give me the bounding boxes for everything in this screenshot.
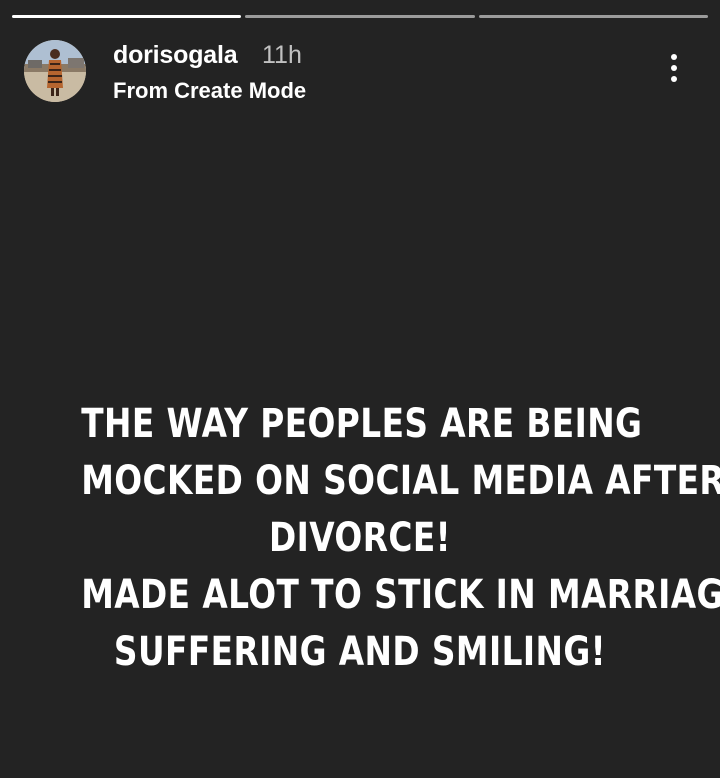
story-text-line: MOCKED ON SOCIAL MEDIA AFTER: [81, 458, 720, 504]
more-options-button[interactable]: [652, 48, 696, 88]
more-vertical-icon: [671, 54, 677, 60]
story-text: THE WAY PEOPLES ARE BEING MOCKED ON SOCI…: [81, 396, 720, 681]
story-text-line: THE WAY PEOPLES ARE BEING: [81, 401, 643, 447]
progress-segment: [478, 15, 708, 18]
progress-fill: [12, 15, 242, 18]
story-progress-bars: [12, 15, 708, 18]
story-text-line: MADE ALOT TO STICK IN MARRIAGE: [81, 572, 720, 618]
username[interactable]: dorisogala: [113, 41, 238, 70]
more-vertical-icon: [671, 76, 677, 82]
story-viewer[interactable]: dorisogala 11h From Create Mode THE WAY …: [0, 0, 720, 778]
story-text-line: DIVORCE!: [268, 515, 452, 561]
avatar[interactable]: [24, 40, 86, 102]
progress-segment: [245, 15, 475, 18]
more-vertical-icon: [671, 65, 677, 71]
story-header: dorisogala 11h From Create Mode: [24, 38, 696, 104]
story-source-label[interactable]: From Create Mode: [113, 78, 306, 104]
story-text-line: SUFFERING AND SMILING!: [113, 629, 607, 675]
progress-segment: [12, 15, 242, 18]
timestamp: 11h: [262, 41, 302, 69]
